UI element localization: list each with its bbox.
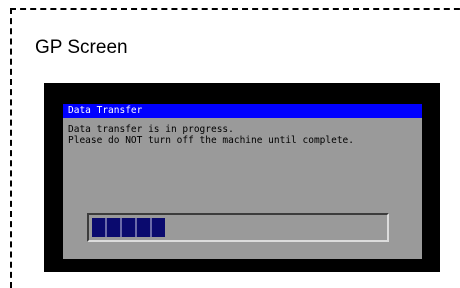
progress-fill (92, 218, 165, 237)
screen-caption: GP Screen (35, 37, 128, 58)
dialog-titlebar: Data Transfer (63, 104, 422, 118)
dialog-title: Data Transfer (68, 105, 143, 116)
progress-bar (87, 213, 389, 242)
data-transfer-dialog: Data Transfer Data transfer is in progre… (63, 104, 422, 259)
message-line-2: Please do NOT turn off the machine until… (68, 135, 354, 146)
message-line-1: Data transfer is in progress. (68, 124, 234, 135)
